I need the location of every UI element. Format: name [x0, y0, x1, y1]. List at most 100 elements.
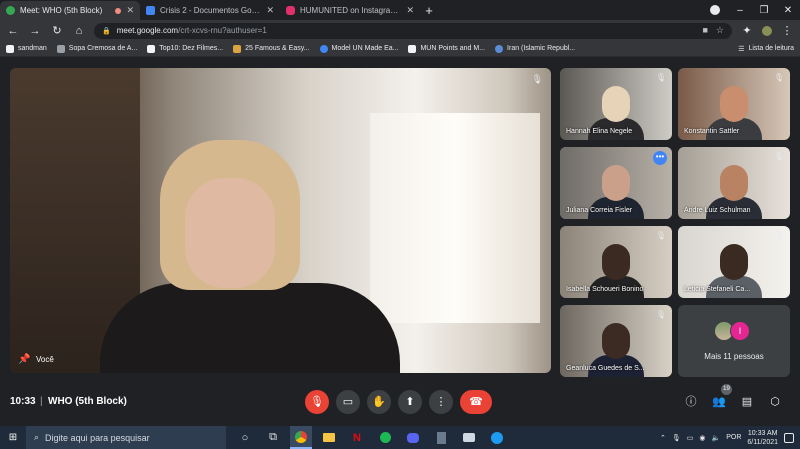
network-icon[interactable]: ◉: [699, 434, 705, 442]
home-icon[interactable]: ⌂: [72, 25, 86, 37]
calculator-icon[interactable]: [430, 426, 452, 449]
minimize-icon[interactable]: –: [728, 5, 752, 16]
raise-hand-button[interactable]: ✋: [367, 390, 391, 414]
tab-label: Meet: WHO (5th Block): [20, 6, 103, 15]
system-tray: ⌃ 🎙 ▭ ◉ 🔈 POR 10:33 AM 6/11/2021: [660, 429, 800, 447]
taskbar-date: 6/11/2021: [747, 438, 778, 446]
tab-instagram[interactable]: HUMUNITED on Instagram: "Sim ✕: [280, 1, 420, 20]
maximize-icon[interactable]: ❐: [752, 5, 776, 16]
meet-stage: 🎙 📌 Você 🎙 Hannah Elina Negele 🎙 Konstan…: [0, 57, 800, 420]
self-video-tile[interactable]: 🎙 📌 Você: [10, 68, 551, 373]
bookmark-item[interactable]: sandman: [6, 44, 47, 53]
info-icon[interactable]: ⓘ: [684, 395, 698, 409]
bookmark-item[interactable]: MUN Points and M...: [408, 44, 485, 53]
end-call-button[interactable]: ☎: [460, 390, 492, 414]
bookmark-icon: [147, 44, 156, 53]
participant-tile[interactable]: 🎙 Geanluca Guedes de S...: [560, 305, 672, 377]
discord-icon[interactable]: [402, 426, 424, 449]
close-icon[interactable]: ✕: [266, 5, 274, 16]
address-bar[interactable]: 🔒 meet.google.com/crt-xcvs-rnu?authuser=…: [94, 22, 732, 39]
close-window-icon[interactable]: ✕: [776, 5, 800, 16]
avatar[interactable]: [762, 25, 772, 36]
tab-label: Crisis 2 - Documentos Google: [160, 6, 262, 15]
self-name-label: Você: [36, 355, 54, 364]
participant-name: Juliana Correia Fisler: [566, 207, 633, 214]
chevron-up-icon[interactable]: ⌃: [660, 434, 666, 442]
chat-icon[interactable]: ▤: [740, 395, 754, 409]
present-screen-button[interactable]: ⬆: [398, 390, 422, 414]
windows-start-icon[interactable]: ⊞: [0, 432, 26, 443]
spotify-icon[interactable]: [374, 426, 396, 449]
battery-icon[interactable]: ▭: [687, 434, 694, 442]
participant-tile[interactable]: 🎙 Konstantin Sattler: [678, 68, 790, 140]
mic-off-icon: 🎙: [655, 310, 666, 319]
close-icon[interactable]: ✕: [406, 5, 414, 16]
more-people-label: Mais 11 pessoas: [704, 352, 764, 361]
chrome-icon[interactable]: [290, 426, 312, 449]
cortana-icon[interactable]: ○: [234, 426, 256, 449]
pin-icon[interactable]: 📌: [18, 354, 30, 365]
more-options-icon[interactable]: •••: [653, 151, 667, 165]
avatar: I: [730, 321, 750, 341]
participant-tile[interactable]: 🎙 Hannah Elina Negele: [560, 68, 672, 140]
participant-name: Leticia Stefaneli Ca...: [684, 286, 751, 293]
forward-icon[interactable]: →: [28, 25, 42, 37]
recording-indicator-icon: [115, 7, 122, 14]
camera-in-use-icon[interactable]: ■: [702, 25, 707, 36]
mic-off-icon: 🎙: [773, 73, 784, 82]
lock-icon[interactable]: 🔒: [102, 27, 111, 35]
tab-google-docs[interactable]: Crisis 2 - Documentos Google ✕: [140, 1, 280, 20]
participant-tile-active-speaker[interactable]: ••• Juliana Correia Fisler: [560, 147, 672, 219]
more-participants-tile[interactable]: I Mais 11 pessoas: [678, 305, 790, 377]
more-avatars: I: [714, 321, 750, 341]
camera-button[interactable]: ▭: [336, 390, 360, 414]
bookmarks-bar: sandman Sopa Cremosa de A... Top10: Dez …: [0, 41, 800, 57]
back-icon[interactable]: ←: [6, 25, 20, 37]
participants-icon[interactable]: 👥: [712, 395, 726, 409]
meet-favicon-icon: [6, 6, 15, 15]
docs-favicon-icon: [146, 6, 155, 15]
extensions-icon[interactable]: ✦: [740, 24, 754, 37]
tab-label: HUMUNITED on Instagram: "Sim: [300, 6, 401, 15]
more-options-button[interactable]: ⋮: [429, 390, 453, 414]
bookmark-item[interactable]: 25 Famous & Easy...: [233, 44, 310, 53]
mic-off-icon: 🎙: [531, 74, 543, 84]
new-tab-button[interactable]: +: [420, 1, 438, 20]
participant-tile[interactable]: 🎙 Andre Luiz Schulman: [678, 147, 790, 219]
notifications-icon[interactable]: [784, 432, 794, 443]
participant-name: Isabella Schoueri Bonino: [566, 286, 644, 293]
bookmark-item[interactable]: Sopa Cremosa de A...: [56, 44, 137, 53]
mic-off-button[interactable]: 🎙: [305, 390, 329, 414]
taskbar-search-input[interactable]: ⌕ Digite aqui para pesquisar: [26, 426, 226, 449]
search-placeholder: Digite aqui para pesquisar: [45, 432, 150, 443]
meet-controls-bar: 10:33 | WHO (5th Block) 🎙 ▭ ✋ ⬆ ⋮ ☎ ⓘ 👥 …: [0, 381, 800, 422]
netflix-icon[interactable]: N: [346, 426, 368, 449]
reading-list-button[interactable]: ☰ Lista de leitura: [738, 45, 794, 53]
bookmark-item[interactable]: Top10: Dez Filmes...: [147, 44, 223, 53]
taskbar-clock[interactable]: 10:33 AM 6/11/2021: [747, 429, 778, 447]
microphone-icon[interactable]: 🎙: [672, 434, 681, 442]
url-host: meet.google.com: [116, 26, 179, 35]
volume-icon[interactable]: 🔈: [711, 434, 720, 442]
background-window: [370, 113, 540, 323]
twitter-icon[interactable]: [486, 426, 508, 449]
separator: |: [40, 396, 43, 407]
participant-tile[interactable]: 🎙 Leticia Stefaneli Ca...: [678, 226, 790, 298]
participant-name: Hannah Elina Negele: [566, 128, 633, 135]
menu-icon[interactable]: ⋮: [780, 24, 794, 37]
activities-icon[interactable]: ⬡: [768, 395, 782, 409]
language-indicator[interactable]: POR: [726, 434, 741, 441]
reload-icon[interactable]: ↻: [50, 24, 64, 37]
bookmark-star-icon[interactable]: ☆: [716, 25, 724, 36]
windows-taskbar: ⊞ ⌕ Digite aqui para pesquisar ○ ⧉ N ⌃ 🎙…: [0, 426, 800, 449]
camera-app-icon[interactable]: [458, 426, 480, 449]
participant-tile[interactable]: 🎙 Isabella Schoueri Bonino: [560, 226, 672, 298]
profile-icon[interactable]: [710, 5, 720, 15]
bookmark-item[interactable]: Iran (Islamic Republ...: [495, 44, 575, 53]
tab-meet[interactable]: Meet: WHO (5th Block) ✕: [0, 1, 140, 20]
bookmark-item[interactable]: Model UN Made Ea...: [319, 44, 398, 53]
file-explorer-icon[interactable]: [318, 426, 340, 449]
task-view-icon[interactable]: ⧉: [262, 426, 284, 449]
mic-off-icon: 🎙: [773, 152, 784, 161]
close-icon[interactable]: ✕: [126, 5, 134, 16]
